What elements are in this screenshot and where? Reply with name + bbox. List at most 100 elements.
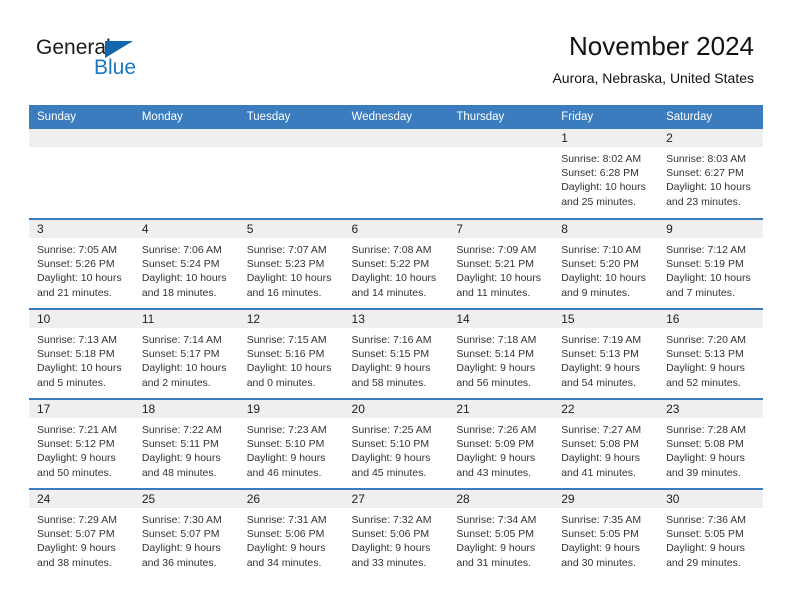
calendar-day-cell[interactable]: 3 Sunrise: 7:05 AM Sunset: 5:26 PM Daylight…: [29, 218, 134, 309]
calendar-day-number: 11: [133, 310, 239, 328]
sunset-text: Sunset: 5:05 PM: [561, 528, 639, 541]
daylight-text: Daylight: 10 hours and 5 minutes.: [37, 362, 122, 389]
sunrise-text: Sunrise: 7:31 AM: [246, 514, 327, 526]
calendar-day-number: 20: [343, 400, 449, 418]
sunrise-text: Sunrise: 8:03 AM: [666, 153, 747, 165]
calendar-day-cell[interactable]: 16 Sunrise: 7:20 AM Sunset: 5:13 PM Dayligh…: [658, 308, 763, 399]
daylight-text: Daylight: 9 hours and 54 minutes.: [561, 362, 641, 389]
calendar-day-cell[interactable]: 15 Sunrise: 7:19 AM Sunset: 5:13 PM Dayligh…: [553, 308, 659, 399]
calendar-day-number: 2: [658, 129, 763, 147]
daylight-text: Daylight: 9 hours and 48 minutes.: [141, 452, 221, 479]
page-header: General Blue November 2024 Aurora, Nebra…: [0, 0, 792, 100]
calendar-day-cell[interactable]: 6 Sunrise: 7:08 AM Sunset: 5:22 PM Daylight…: [343, 218, 449, 309]
daylight-text: Daylight: 10 hours and 0 minutes.: [246, 362, 332, 389]
sunrise-text: Sunrise: 7:14 AM: [141, 334, 222, 346]
daylight-text: Daylight: 10 hours and 21 minutes.: [37, 272, 122, 299]
calendar-day-cell[interactable]: 12 Sunrise: 7:15 AM Sunset: 5:16 PM Dayligh…: [238, 308, 344, 399]
sunrise-text: Sunrise: 7:22 AM: [141, 424, 222, 436]
calendar-day-cell[interactable]: 18 Sunrise: 7:22 AM Sunset: 5:11 PM Dayligh…: [133, 398, 239, 489]
daylight-text: Daylight: 10 hours and 2 minutes.: [141, 362, 227, 389]
calendar-day-cell[interactable]: 25 Sunrise: 7:30 AM Sunset: 5:07 PM Dayligh…: [133, 488, 239, 579]
calendar-day-cell[interactable]: 22 Sunrise: 7:27 AM Sunset: 5:08 PM Dayligh…: [553, 398, 659, 489]
calendar-day-cell[interactable]: 23 Sunrise: 7:28 AM Sunset: 5:08 PM Dayligh…: [658, 398, 763, 489]
sunrise-text: Sunrise: 7:34 AM: [456, 514, 537, 526]
calendar-day-number: [448, 129, 554, 147]
sunset-text: Sunset: 5:24 PM: [141, 258, 220, 271]
calendar-day-details: Sunrise: 7:31 AM Sunset: 5:06 PM Daylight:…: [239, 508, 344, 570]
calendar-day-number: 12: [238, 310, 344, 328]
calendar-day-details: Sunrise: 7:14 AM Sunset: 5:17 PM Daylight:…: [134, 328, 239, 390]
calendar-day-number: 27: [343, 490, 449, 508]
calendar-day-details: Sunrise: 7:22 AM Sunset: 5:11 PM Daylight:…: [134, 418, 239, 480]
calendar-day-number: 9: [658, 220, 763, 238]
calendar-day-details: Sunrise: 7:25 AM Sunset: 5:10 PM Daylight:…: [344, 418, 449, 480]
weekday-header-sunday: Sunday: [29, 105, 134, 129]
daylight-text: Daylight: 10 hours and 9 minutes.: [561, 272, 646, 299]
calendar-day-number: 6: [343, 220, 449, 238]
sunset-text: Sunset: 5:17 PM: [141, 348, 220, 361]
calendar-day-cell[interactable]: 17 Sunrise: 7:21 AM Sunset: 5:12 PM Dayligh…: [29, 398, 134, 489]
calendar-day-number: 25: [133, 490, 239, 508]
daylight-text: Daylight: 9 hours and 33 minutes.: [351, 542, 431, 569]
page-title: November 2024: [569, 31, 754, 61]
calendar-day-cell[interactable]: 1 Sunrise: 8:02 AM Sunset: 6:28 PM Daylight…: [553, 129, 659, 219]
sunset-text: Sunset: 5:15 PM: [351, 348, 430, 361]
calendar-day-number: 14: [448, 310, 554, 328]
daylight-text: Daylight: 10 hours and 7 minutes.: [666, 272, 751, 299]
calendar-day-cell[interactable]: 9 Sunrise: 7:12 AM Sunset: 5:19 PM Daylight…: [658, 218, 763, 309]
calendar-day-cell[interactable]: 14 Sunrise: 7:18 AM Sunset: 5:14 PM Dayligh…: [448, 308, 554, 399]
sunset-text: Sunset: 5:21 PM: [456, 258, 535, 271]
calendar-day-cell[interactable]: 4 Sunrise: 7:06 AM Sunset: 5:24 PM Daylight…: [133, 218, 239, 309]
calendar-day-number: 7: [448, 220, 554, 238]
calendar-day-cell[interactable]: 8 Sunrise: 7:10 AM Sunset: 5:20 PM Daylight…: [553, 218, 659, 309]
calendar-day-cell[interactable]: 27 Sunrise: 7:32 AM Sunset: 5:06 PM Dayligh…: [343, 488, 449, 579]
sunset-text: Sunset: 5:23 PM: [246, 258, 325, 271]
calendar-day-cell[interactable]: 19 Sunrise: 7:23 AM Sunset: 5:10 PM Dayligh…: [238, 398, 344, 489]
sunset-text: Sunset: 6:28 PM: [561, 167, 639, 180]
calendar-day-number: 1: [553, 129, 659, 147]
calendar-day-cell[interactable]: 26 Sunrise: 7:31 AM Sunset: 5:06 PM Dayligh…: [238, 488, 344, 579]
calendar-day-cell[interactable]: 7 Sunrise: 7:09 AM Sunset: 5:21 PM Daylight…: [448, 218, 554, 309]
calendar-day-cell[interactable]: 21 Sunrise: 7:26 AM Sunset: 5:09 PM Dayligh…: [448, 398, 554, 489]
daylight-text: Daylight: 9 hours and 34 minutes.: [246, 542, 326, 569]
calendar-day-number: 4: [133, 220, 239, 238]
calendar-day-cell[interactable]: 2 Sunrise: 8:03 AM Sunset: 6:27 PM Daylight…: [658, 129, 763, 219]
calendar-day-cell[interactable]: 29 Sunrise: 7:35 AM Sunset: 5:05 PM Dayligh…: [553, 488, 659, 579]
daylight-text: Daylight: 9 hours and 41 minutes.: [561, 452, 641, 479]
sunset-text: Sunset: 5:16 PM: [246, 348, 325, 361]
calendar-day-number: 8: [553, 220, 659, 238]
weekday-header-row: Sunday Monday Tuesday Wednesday Thursday…: [29, 105, 763, 129]
calendar-day-cell[interactable]: 10 Sunrise: 7:13 AM Sunset: 5:18 PM Dayligh…: [29, 308, 134, 399]
calendar-day-cell[interactable]: 11 Sunrise: 7:14 AM Sunset: 5:17 PM Dayligh…: [133, 308, 239, 399]
sunrise-text: Sunrise: 7:32 AM: [351, 514, 432, 526]
calendar-day-cell[interactable]: 20 Sunrise: 7:25 AM Sunset: 5:10 PM Dayligh…: [343, 398, 449, 489]
calendar-day-cell[interactable]: 13 Sunrise: 7:16 AM Sunset: 5:15 PM Dayligh…: [343, 308, 449, 399]
brand-logo[interactable]: General Blue: [36, 36, 236, 84]
calendar-day-cell[interactable]: 30 Sunrise: 7:36 AM Sunset: 5:05 PM Dayligh…: [658, 488, 763, 579]
calendar-day-details: Sunrise: 7:09 AM Sunset: 5:21 PM Daylight:…: [448, 238, 553, 300]
sunrise-text: Sunrise: 7:06 AM: [141, 244, 222, 256]
sunset-text: Sunset: 5:08 PM: [666, 438, 744, 451]
sunrise-text: Sunrise: 7:35 AM: [561, 514, 642, 526]
calendar-day-details: Sunrise: 7:30 AM Sunset: 5:07 PM Daylight:…: [134, 508, 239, 570]
sunrise-text: Sunrise: 7:05 AM: [37, 244, 117, 256]
sunrise-text: Sunrise: 8:02 AM: [561, 153, 642, 165]
calendar-day-cell[interactable]: 5 Sunrise: 7:07 AM Sunset: 5:23 PM Daylight…: [238, 218, 344, 309]
sunset-text: Sunset: 5:20 PM: [561, 258, 639, 271]
calendar-day-details: Sunrise: 7:15 AM Sunset: 5:16 PM Daylight:…: [239, 328, 344, 390]
calendar-day-details: Sunrise: 7:08 AM Sunset: 5:22 PM Daylight:…: [344, 238, 449, 300]
calendar-day-cell[interactable]: 24 Sunrise: 7:29 AM Sunset: 5:07 PM Dayligh…: [29, 488, 134, 579]
calendar-page: General Blue November 2024 Aurora, Nebra…: [0, 0, 792, 612]
calendar-day-number: [133, 129, 239, 147]
calendar-day-details: Sunrise: 7:26 AM Sunset: 5:09 PM Daylight:…: [448, 418, 553, 480]
calendar-day-cell[interactable]: 28 Sunrise: 7:34 AM Sunset: 5:05 PM Dayligh…: [448, 488, 554, 579]
sunset-text: Sunset: 5:13 PM: [666, 348, 744, 361]
calendar-day-cell-empty: [238, 129, 344, 219]
sunset-text: Sunset: 5:05 PM: [666, 528, 744, 541]
calendar-day-number: [238, 129, 344, 147]
calendar-day-number: 21: [448, 400, 554, 418]
daylight-text: Daylight: 10 hours and 18 minutes.: [141, 272, 227, 299]
daylight-text: Daylight: 9 hours and 31 minutes.: [456, 542, 536, 569]
weekday-header-friday: Friday: [553, 105, 659, 129]
sunset-text: Sunset: 5:14 PM: [456, 348, 535, 361]
